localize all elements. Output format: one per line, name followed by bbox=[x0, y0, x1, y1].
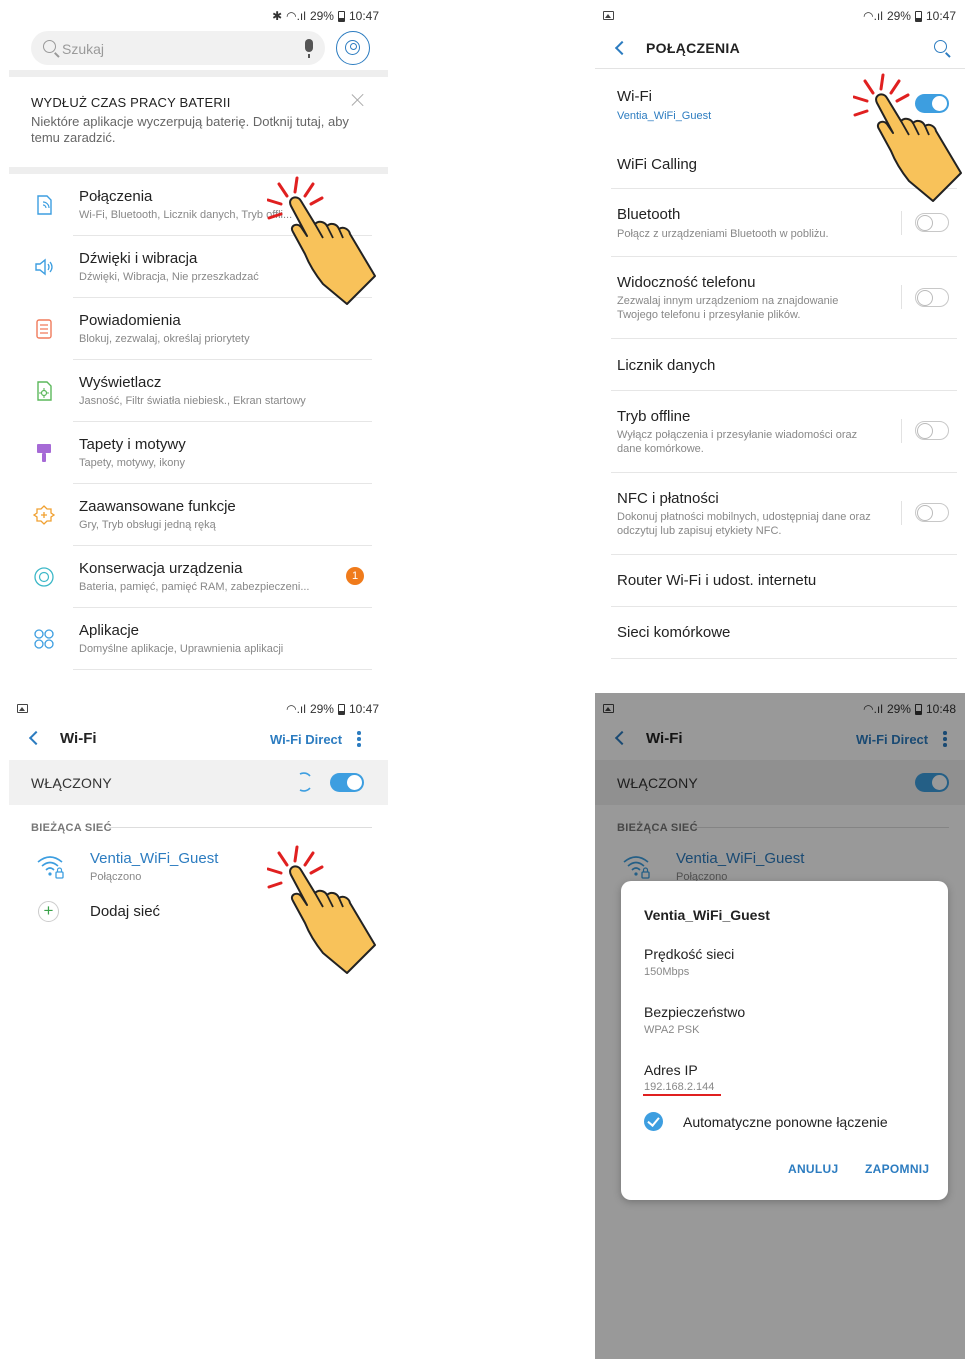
search-icon bbox=[43, 40, 56, 53]
paint-brush-icon bbox=[37, 444, 51, 462]
back-icon[interactable] bbox=[614, 40, 630, 56]
gallery-notification-icon bbox=[17, 704, 28, 713]
divider bbox=[9, 70, 388, 77]
clock: 10:47 bbox=[925, 9, 956, 23]
ip-label: Adres IP bbox=[644, 1062, 698, 1078]
auto-reconnect-checkbox[interactable] bbox=[644, 1112, 663, 1131]
wifi-signal-icon: ◠.ıl bbox=[863, 9, 883, 23]
tap-hand-icon bbox=[853, 73, 962, 202]
notification-badge: 1 bbox=[346, 567, 364, 585]
wifi-master-switch[interactable]: WŁĄCZONY bbox=[9, 760, 388, 805]
wifi-direct-button[interactable]: Wi-Fi Direct bbox=[270, 732, 342, 747]
security-value: WPA2 PSK bbox=[644, 1024, 700, 1036]
wifi-signal-icon: ◠.ıl bbox=[286, 9, 306, 23]
settings-item-device-care[interactable]: Konserwacja urządzenia Bateria, pamięć, … bbox=[9, 546, 388, 608]
connection-item-visibility[interactable]: Widoczność telefonu Zezwalaj innym urząd… bbox=[595, 257, 965, 339]
search-placeholder: Szukaj bbox=[62, 41, 105, 57]
search-icon[interactable] bbox=[934, 40, 947, 53]
add-icon: + bbox=[38, 901, 59, 922]
dialog-title: Ventia_WiFi_Guest bbox=[644, 907, 770, 923]
flight-mode-toggle[interactable] bbox=[915, 421, 949, 440]
advanced-features-icon bbox=[33, 505, 55, 525]
divider bbox=[9, 167, 388, 174]
cancel-button[interactable]: ANULUJ bbox=[788, 1162, 838, 1176]
status-bar: ◠.ıl 29% 10:47 bbox=[595, 0, 965, 32]
battery-percent: 29% bbox=[309, 702, 334, 716]
connections-screen: ◠.ıl 29% 10:47 POŁĄCZENIA Wi-Fi Ventia_W… bbox=[595, 0, 965, 676]
connection-item-nfc[interactable]: NFC i płatności Dokonuj płatności mobiln… bbox=[595, 473, 965, 555]
wifi-details-screen: ◠.ıl 29% 10:48 Wi-Fi Wi-Fi Direct WŁĄCZO… bbox=[595, 693, 965, 1359]
tap-hand-icon bbox=[267, 176, 376, 305]
settings-item-display[interactable]: Wyświetlacz Jasność, Filtr światła niebi… bbox=[9, 360, 388, 422]
connection-item-data-usage[interactable]: Licznik danych bbox=[595, 339, 965, 391]
device-care-icon bbox=[34, 567, 54, 587]
notifications-icon bbox=[36, 319, 52, 339]
ip-value: 192.168.2.144 bbox=[644, 1081, 715, 1093]
battery-percent: 29% bbox=[886, 9, 911, 23]
page-title: Wi-Fi bbox=[60, 730, 97, 747]
gallery-notification-icon bbox=[603, 11, 614, 20]
network-details-dialog: Ventia_WiFi_Guest Prędkość sieci 150Mbps… bbox=[621, 881, 948, 1200]
apps-icon bbox=[34, 629, 54, 649]
tap-hand-icon bbox=[267, 845, 376, 974]
speed-label: Prędkość sieci bbox=[644, 946, 735, 962]
section-header: BIEŻĄCA SIEĆ bbox=[31, 822, 112, 834]
search-input[interactable]: Szukaj bbox=[31, 31, 325, 65]
speed-value: 150Mbps bbox=[644, 966, 690, 978]
battery-icon bbox=[337, 10, 345, 22]
settings-item-wallpapers[interactable]: Tapety i motywy Tapety, motywy, ikony bbox=[9, 422, 388, 484]
clock: 10:47 bbox=[348, 9, 379, 23]
bluetooth-icon: ✱ bbox=[272, 9, 283, 23]
wifi-signal-icon: ◠.ıl bbox=[286, 702, 306, 716]
highlight-underline bbox=[643, 1094, 721, 1096]
loading-spinner-icon bbox=[299, 772, 311, 792]
account-icon bbox=[345, 40, 360, 55]
display-icon bbox=[37, 381, 52, 401]
tip-body: Niektóre aplikacje wyczerpują baterię. D… bbox=[31, 114, 349, 145]
security-label: Bezpieczeństwo bbox=[644, 1004, 746, 1020]
battery-percent: 29% bbox=[309, 9, 334, 23]
battery-icon bbox=[337, 703, 345, 715]
battery-icon bbox=[914, 10, 922, 22]
settings-item-apps[interactable]: Aplikacje Domyślne aplikacje, Uprawnieni… bbox=[9, 608, 388, 670]
wifi-screen: ◠.ıl 29% 10:47 Wi-Fi Wi-Fi Direct WŁĄCZO… bbox=[9, 693, 388, 1359]
tip-title: WYDŁUŻ CZAS PRACY BATERII bbox=[31, 95, 231, 110]
clock: 10:47 bbox=[348, 702, 379, 716]
status-bar: ◠.ıl 29% 10:47 bbox=[9, 693, 388, 725]
wifi-toggle[interactable] bbox=[330, 773, 364, 792]
connection-item-mobile-networks[interactable]: Sieci komórkowe bbox=[595, 607, 965, 659]
more-options-icon[interactable] bbox=[357, 731, 361, 747]
close-icon[interactable] bbox=[350, 92, 366, 108]
wifi-locked-icon bbox=[37, 856, 64, 879]
visibility-toggle[interactable] bbox=[915, 288, 949, 307]
settings-item-advanced[interactable]: Zaawansowane funkcje Gry, Tryb obsługi j… bbox=[9, 484, 388, 546]
nfc-toggle[interactable] bbox=[915, 503, 949, 522]
connection-item-hotspot[interactable]: Router Wi-Fi i udost. internetu bbox=[595, 555, 965, 607]
microphone-icon[interactable] bbox=[305, 39, 313, 58]
connections-icon bbox=[37, 195, 52, 215]
back-icon[interactable] bbox=[28, 730, 44, 746]
status-bar: ✱ ◠.ıl 29% 10:47 bbox=[9, 0, 388, 32]
forget-button[interactable]: ZAPOMNIJ bbox=[865, 1162, 929, 1176]
page-title: POŁĄCZENIA bbox=[646, 40, 740, 56]
auto-reconnect-label: Automatyczne ponowne łączenie bbox=[683, 1114, 888, 1130]
settings-item-notifications[interactable]: Powiadomienia Blokuj, zezwalaj, określaj… bbox=[9, 298, 388, 360]
profile-button[interactable] bbox=[336, 31, 370, 65]
speaker-icon bbox=[35, 258, 53, 276]
settings-screen: ✱ ◠.ıl 29% 10:47 Szukaj WYDŁUŻ CZAS PRAC… bbox=[9, 0, 388, 676]
bluetooth-toggle[interactable] bbox=[915, 213, 949, 232]
connection-item-flight-mode[interactable]: Tryb offline Wyłącz połączenia i przesył… bbox=[595, 391, 965, 473]
